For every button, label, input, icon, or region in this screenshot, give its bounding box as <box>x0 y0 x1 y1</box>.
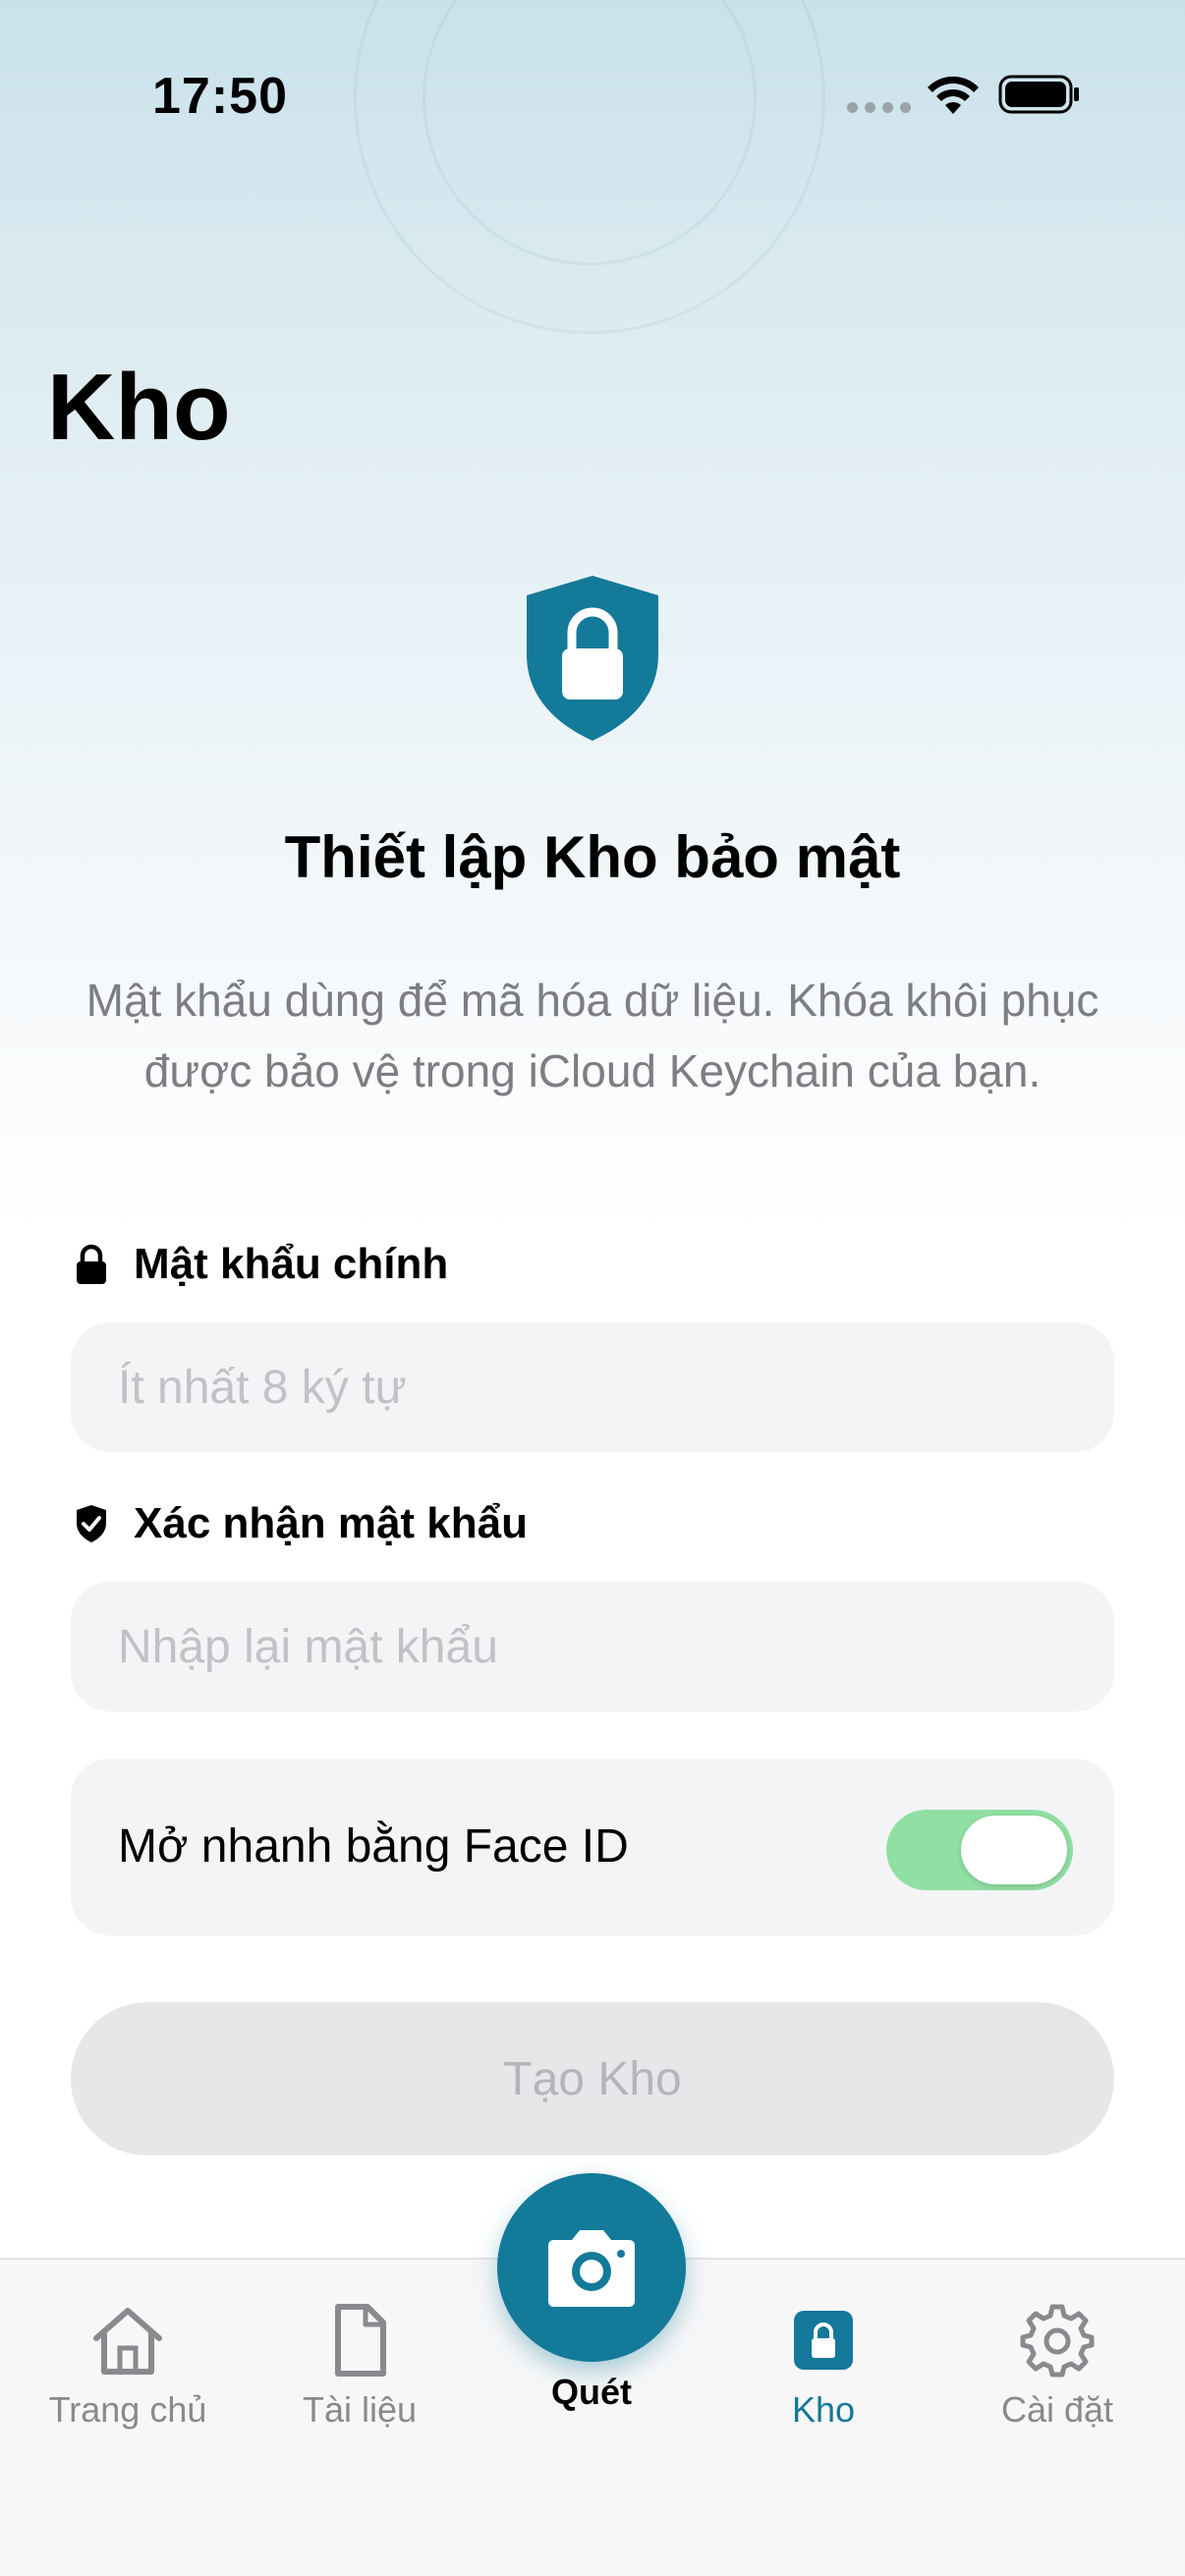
gear-icon <box>1020 2304 1095 2378</box>
tab-vault-label: Kho <box>791 2389 856 2430</box>
confirm-password-input[interactable] <box>71 1582 1114 1711</box>
create-vault-button[interactable]: Tạo Kho <box>71 2002 1114 2156</box>
face-id-row: Mở nhanh bằng Face ID <box>71 1759 1114 1935</box>
scan-button[interactable] <box>497 2173 686 2362</box>
tab-settings-label: Cài đặt <box>1000 2389 1114 2430</box>
tab-documents[interactable]: Tài liệu <box>252 2301 468 2431</box>
tab-vault[interactable]: Kho <box>715 2301 931 2431</box>
master-password-label-text: Mật khẩu chính <box>134 1240 449 1288</box>
setup-description: Mật khẩu dùng để mã hóa dữ liệu. Khóa kh… <box>85 975 1100 1096</box>
lock-icon <box>794 2311 853 2370</box>
tab-home[interactable]: Trang chủ <box>20 2301 236 2431</box>
document-icon <box>335 2304 386 2377</box>
camera-icon <box>548 2230 635 2307</box>
tab-documents-label: Tài liệu <box>302 2389 418 2430</box>
confirm-password-label-text: Xác nhận mật khẩu <box>134 1499 529 1547</box>
shield-lock-icon <box>527 576 658 741</box>
master-password-input[interactable] <box>71 1322 1114 1452</box>
face-id-label: Mở nhanh bằng Face ID <box>118 1820 629 1873</box>
wifi-icon <box>928 76 979 114</box>
setup-title: Thiết lập Kho bảo mật <box>284 824 901 890</box>
tab-settings[interactable]: Cài đặt <box>949 2301 1165 2431</box>
home-icon <box>93 2308 162 2375</box>
face-id-toggle[interactable] <box>886 1810 1073 1890</box>
toggle-knob <box>961 1816 1067 1884</box>
status-time: 17:50 <box>152 68 288 125</box>
confirm-password-label: Xác nhận mật khẩu <box>75 1499 528 1548</box>
scan-label: Quét <box>550 2372 632 2412</box>
lock-icon <box>77 1244 106 1284</box>
battery-icon <box>998 75 1079 114</box>
master-password-label: Mật khẩu chính <box>75 1240 448 1289</box>
signal-dots-icon <box>847 102 911 113</box>
tab-home-label: Trang chủ <box>48 2389 207 2430</box>
page-title: Kho <box>47 355 231 460</box>
shield-check-icon <box>77 1505 106 1542</box>
status-bar: 17:50 <box>0 0 1185 196</box>
